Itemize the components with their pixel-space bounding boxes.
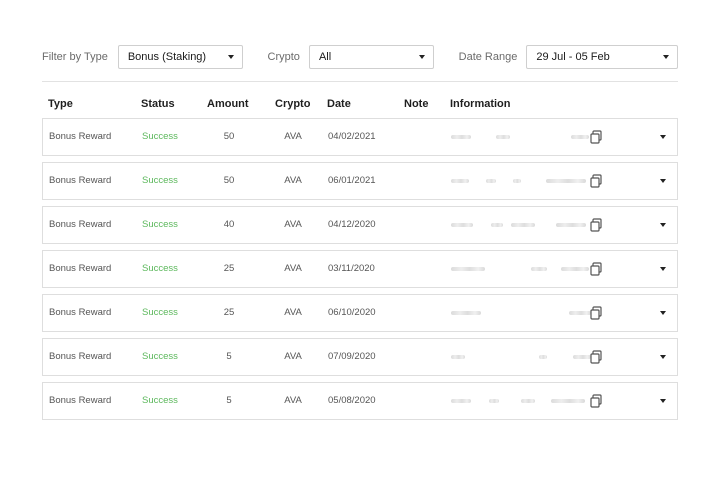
header-information: Information: [450, 98, 511, 110]
filter-date-label: Date Range: [458, 51, 518, 63]
row-information-redacted: [451, 207, 601, 243]
table-row[interactable]: Bonus Reward Success 50 AVA 04/02/2021: [42, 118, 678, 156]
row-crypto: AVA: [284, 395, 302, 406]
table-row[interactable]: Bonus Reward Success 5 AVA 05/08/2020: [42, 382, 678, 420]
row-status: Success: [142, 395, 178, 406]
filter-type-label: Filter by Type: [42, 51, 108, 63]
copy-icon[interactable]: [589, 218, 603, 232]
row-information-redacted: [451, 163, 601, 199]
table-row[interactable]: Bonus Reward Success 5 AVA 07/09/2020: [42, 338, 678, 376]
table-row[interactable]: Bonus Reward Success 40 AVA 04/12/2020: [42, 206, 678, 244]
row-type: Bonus Reward: [49, 219, 112, 230]
caret-down-icon: [418, 55, 425, 59]
row-information-redacted: [451, 251, 601, 287]
row-type: Bonus Reward: [49, 131, 112, 142]
filter-crypto-select[interactable]: All: [308, 45, 434, 69]
chevron-down-icon[interactable]: [660, 399, 666, 403]
row-date: 05/08/2020: [328, 395, 376, 406]
chevron-down-icon[interactable]: [660, 355, 666, 359]
row-information-redacted: [451, 339, 601, 375]
row-crypto: AVA: [284, 307, 302, 318]
row-date: 07/09/2020: [328, 351, 376, 362]
row-status: Success: [142, 175, 178, 186]
filter-crypto-label: Crypto: [267, 51, 300, 63]
copy-icon[interactable]: [589, 130, 603, 144]
row-information-redacted: [451, 119, 601, 155]
filter-date-value: 29 Jul - 05 Feb: [536, 51, 610, 63]
header-note: Note: [404, 98, 429, 110]
row-crypto: AVA: [284, 219, 302, 230]
row-information-redacted: [451, 383, 601, 419]
copy-icon[interactable]: [589, 174, 603, 188]
filter-crypto-value: All: [318, 51, 332, 63]
row-amount: 5: [226, 351, 232, 362]
copy-icon[interactable]: [589, 350, 603, 364]
row-type: Bonus Reward: [49, 395, 112, 406]
row-crypto: AVA: [284, 175, 302, 186]
row-status: Success: [142, 131, 178, 142]
row-date: 04/12/2020: [328, 219, 376, 230]
row-type: Bonus Reward: [49, 351, 112, 362]
row-crypto: AVA: [284, 263, 302, 274]
row-crypto: AVA: [284, 131, 302, 142]
row-amount: 50: [223, 131, 235, 142]
chevron-down-icon[interactable]: [660, 223, 666, 227]
row-type: Bonus Reward: [49, 307, 112, 318]
filter-bar: Filter by Type Bonus (Staking) Crypto Al…: [42, 44, 678, 70]
chevron-down-icon[interactable]: [660, 179, 666, 183]
table-row[interactable]: Bonus Reward Success 50 AVA 06/01/2021: [42, 162, 678, 200]
copy-icon[interactable]: [589, 306, 603, 320]
divider: [42, 81, 678, 82]
row-status: Success: [142, 351, 178, 362]
row-type: Bonus Reward: [49, 175, 112, 186]
row-status: Success: [142, 263, 178, 274]
row-amount: 25: [223, 263, 235, 274]
row-date: 03/11/2020: [328, 263, 375, 274]
header-type: Type: [48, 98, 73, 110]
row-crypto: AVA: [284, 351, 302, 362]
caret-down-icon: [227, 55, 234, 59]
table-row[interactable]: Bonus Reward Success 25 AVA 03/11/2020: [42, 250, 678, 288]
header-date: Date: [327, 98, 351, 110]
chevron-down-icon[interactable]: [660, 135, 666, 139]
row-status: Success: [142, 307, 178, 318]
caret-down-icon: [663, 55, 669, 59]
chevron-down-icon[interactable]: [660, 311, 666, 315]
filter-date-select[interactable]: 29 Jul - 05 Feb: [526, 45, 678, 69]
row-date: 06/10/2020: [328, 307, 376, 318]
table-row[interactable]: Bonus Reward Success 25 AVA 06/10/2020: [42, 294, 678, 332]
row-status: Success: [142, 219, 178, 230]
row-amount: 25: [223, 307, 235, 318]
row-amount: 5: [226, 395, 232, 406]
row-date: 06/01/2021: [328, 175, 376, 186]
header-status: Status: [141, 98, 175, 110]
row-amount: 40: [223, 219, 235, 230]
row-amount: 50: [223, 175, 235, 186]
table-header: Type Status Amount Crypto Date Note Info…: [42, 98, 678, 114]
copy-icon[interactable]: [589, 262, 603, 276]
copy-icon[interactable]: [589, 394, 603, 408]
row-information-redacted: [451, 295, 601, 331]
header-amount: Amount: [207, 98, 249, 110]
header-crypto: Crypto: [275, 98, 311, 110]
row-date: 04/02/2021: [328, 131, 376, 142]
filter-type-select[interactable]: Bonus (Staking): [117, 45, 243, 69]
filter-type-value: Bonus (Staking): [127, 51, 207, 63]
row-type: Bonus Reward: [49, 263, 112, 274]
transaction-history-page: Filter by Type Bonus (Staking) Crypto Al…: [0, 0, 705, 480]
chevron-down-icon[interactable]: [660, 267, 666, 271]
